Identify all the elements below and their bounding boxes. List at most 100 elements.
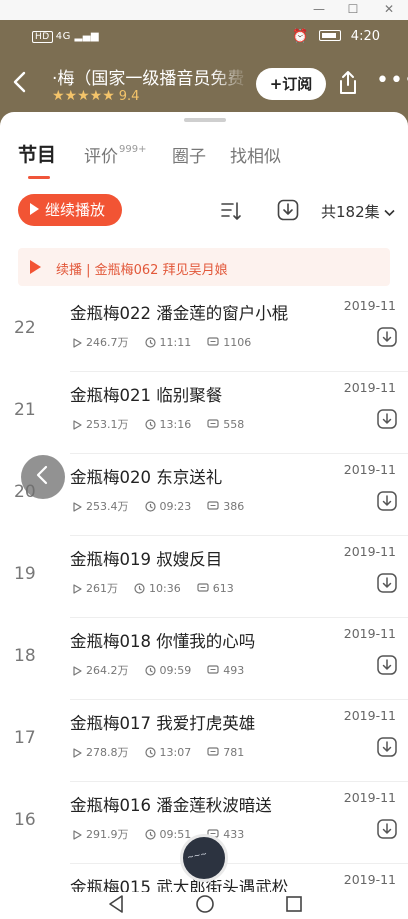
episode-index: 22 xyxy=(14,318,36,338)
comment-count: 558 xyxy=(207,418,244,431)
episode-row[interactable]: 22 金瓶梅022 潘金莲的窗户小棍 2019-11 246.7万 11:11 1106 xyxy=(0,290,408,372)
comment-count: 1106 xyxy=(207,336,251,349)
chevron-down-icon xyxy=(384,209,395,217)
download-icon[interactable] xyxy=(376,408,398,430)
download-icon[interactable] xyxy=(376,326,398,348)
episode-date: 2019-11 xyxy=(343,872,396,887)
download-all-icon[interactable] xyxy=(276,198,300,222)
sort-icon[interactable] xyxy=(220,200,242,222)
play-count-value: 253.4万 xyxy=(86,500,129,513)
duration: 13:07 xyxy=(144,746,192,759)
play-count-value: 278.8万 xyxy=(86,746,129,759)
hd-badge: HD xyxy=(32,31,53,43)
play-count: 261万 xyxy=(72,580,118,596)
subscribe-button[interactable]: +订阅 xyxy=(256,68,326,100)
comment-icon xyxy=(207,664,223,677)
duration-value: 09:51 xyxy=(159,828,192,841)
episode-row[interactable]: 19 金瓶梅019 叔嫂反目 2019-11 261万 10:36 613 xyxy=(0,536,408,618)
episode-row[interactable]: 21 金瓶梅021 临别聚餐 2019-11 253.1万 13:16 558 xyxy=(0,372,408,454)
continue-play-label: 继续播放 xyxy=(45,201,106,219)
play-count-icon xyxy=(72,336,86,349)
tab-programs[interactable]: 节目 xyxy=(18,140,56,167)
rating-stars: ★★★★★ xyxy=(52,88,115,104)
play-count-icon xyxy=(72,500,86,513)
clock-icon xyxy=(144,746,160,759)
nav-recents-icon[interactable] xyxy=(284,894,304,918)
episode-meta: 291.9万 09:51 433 xyxy=(72,826,260,842)
comment-count: 781 xyxy=(207,746,244,759)
alarm-icon: ⏰ xyxy=(292,29,309,44)
episode-meta: 264.2万 09:59 493 xyxy=(72,662,260,678)
clock: 4:20 xyxy=(350,29,380,44)
episode-meta: 253.4万 09:23 386 xyxy=(72,498,260,514)
episode-date: 2019-11 xyxy=(343,708,396,723)
episode-index: 21 xyxy=(14,400,36,420)
list-toolbar: 继续播放 共182集 xyxy=(0,194,408,230)
duration: 11:11 xyxy=(144,336,191,349)
tab-bar: 节目 评价999+ 圈子 找相似 xyxy=(0,138,408,178)
back-icon[interactable] xyxy=(10,70,34,94)
share-icon[interactable] xyxy=(336,70,360,96)
episode-row[interactable]: 18 金瓶梅018 你懂我的心吗 2019-11 264.2万 09:59 493 xyxy=(0,618,408,700)
comment-count-value: 386 xyxy=(223,500,245,513)
continue-play-button[interactable]: 继续播放 xyxy=(18,194,122,226)
episode-title[interactable]: 金瓶梅020 东京送礼 xyxy=(70,464,222,488)
episode-meta: 278.8万 13:07 781 xyxy=(72,744,260,760)
nav-home-icon[interactable] xyxy=(195,894,215,918)
more-icon[interactable]: ••• xyxy=(376,68,408,93)
episode-date: 2019-11 xyxy=(343,380,396,395)
close-icon[interactable]: ✕ xyxy=(380,2,398,16)
rating-score: 9.4 xyxy=(118,89,140,104)
resume-banner[interactable]: 续播 | 金瓶梅062 拜见吴月娘 xyxy=(18,248,390,286)
album-header: ·梅（国家一级播音员免费 ★★★★★9.4 +订阅 ••• xyxy=(0,56,408,112)
episode-count: 共182集 xyxy=(321,203,380,221)
play-count: 264.2万 xyxy=(72,662,129,678)
comment-count: 386 xyxy=(207,500,244,513)
episode-title[interactable]: 金瓶梅016 潘金莲秋波暗送 xyxy=(70,792,272,816)
duration-value: 13:16 xyxy=(159,418,192,431)
play-count-value: 246.7万 xyxy=(86,336,129,349)
maximize-icon[interactable]: ☐ xyxy=(344,2,362,16)
episode-title[interactable]: 金瓶梅018 你懂我的心吗 xyxy=(70,628,255,652)
resume-play-icon xyxy=(30,260,41,274)
download-icon[interactable] xyxy=(376,490,398,512)
tab-reviews[interactable]: 评价999+ xyxy=(84,142,146,167)
play-count-value: 261万 xyxy=(86,582,118,595)
download-icon[interactable] xyxy=(376,572,398,594)
play-count-icon xyxy=(72,582,86,595)
mini-player-cover[interactable]: ~~~ xyxy=(180,834,228,882)
episode-title[interactable]: 金瓶梅022 潘金莲的窗户小棍 xyxy=(70,300,288,324)
status-right: ⏰ 4:20 xyxy=(286,29,380,44)
play-count-value: 264.2万 xyxy=(86,664,129,677)
episode-index: 16 xyxy=(14,810,36,830)
download-icon[interactable] xyxy=(376,654,398,676)
episode-title[interactable]: 金瓶梅019 叔嫂反目 xyxy=(70,546,222,570)
play-count: 278.8万 xyxy=(72,744,129,760)
comment-count-value: 613 xyxy=(212,582,234,595)
episode-row[interactable]: 17 金瓶梅017 我爱打虎英雄 2019-11 278.8万 13:07 781 xyxy=(0,700,408,782)
duration-value: 09:23 xyxy=(159,500,192,513)
episode-date: 2019-11 xyxy=(343,626,396,641)
play-count-icon xyxy=(72,828,86,841)
tab-circle[interactable]: 圈子 xyxy=(172,142,206,167)
episode-date: 2019-11 xyxy=(343,298,396,313)
duration: 13:16 xyxy=(144,418,192,431)
play-count: 291.9万 xyxy=(72,826,129,842)
episode-title[interactable]: 金瓶梅017 我爱打虎英雄 xyxy=(70,710,255,734)
tab-similar[interactable]: 找相似 xyxy=(230,142,281,167)
clock-icon xyxy=(144,336,160,349)
minimize-icon[interactable]: — xyxy=(310,2,328,16)
nav-back-icon[interactable] xyxy=(106,894,126,918)
drag-handle[interactable] xyxy=(184,118,226,122)
floating-back-button[interactable] xyxy=(21,455,65,499)
play-count-value: 291.9万 xyxy=(86,828,129,841)
download-icon[interactable] xyxy=(376,818,398,840)
duration-value: 13:07 xyxy=(159,746,192,759)
episode-count-dropdown[interactable]: 共182集 xyxy=(321,201,395,222)
episode-title[interactable]: 金瓶梅021 临别聚餐 xyxy=(70,382,222,406)
download-icon[interactable] xyxy=(376,736,398,758)
duration: 09:59 xyxy=(144,664,191,677)
signal-icon: ▂▄▆ xyxy=(74,31,100,42)
episode-date: 2019-11 xyxy=(343,544,396,559)
comment-icon xyxy=(207,418,223,431)
